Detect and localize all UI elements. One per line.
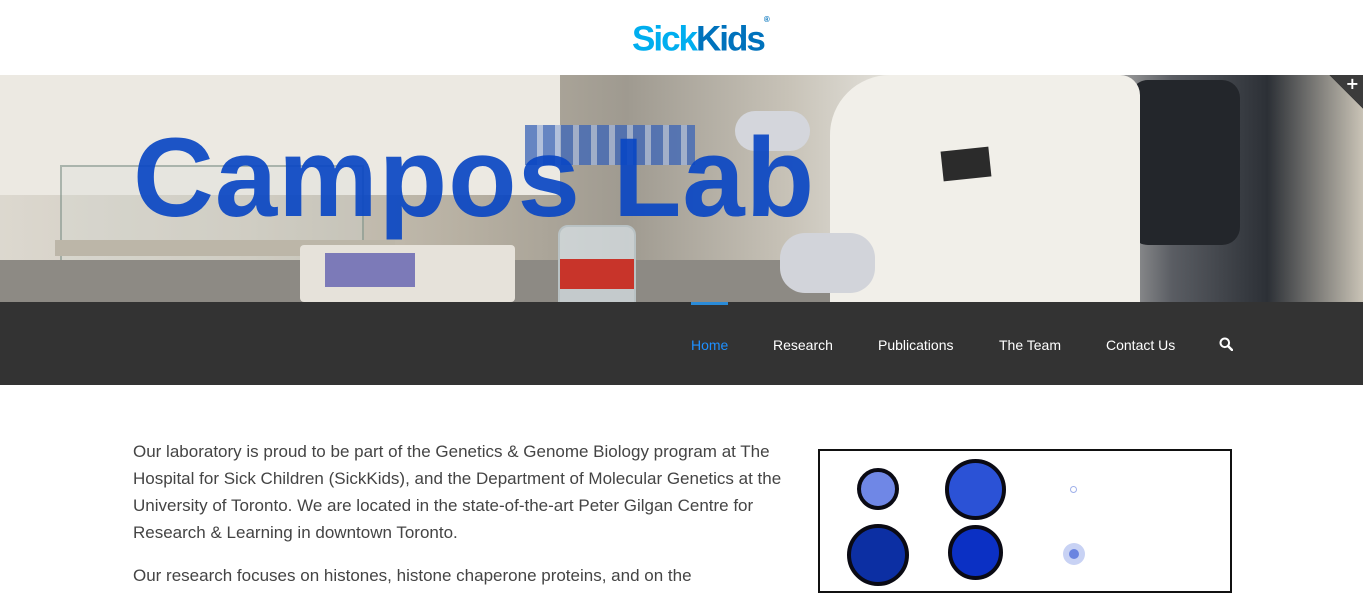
- figure-dot: [1070, 486, 1077, 493]
- nav-item-research[interactable]: Research: [773, 302, 833, 385]
- sliding-bar-toggle[interactable]: +: [1329, 74, 1363, 109]
- hero-photo-coat-patch: [940, 146, 992, 182]
- figure-dot: [945, 459, 1006, 520]
- research-paragraph: Our research focuses on histones, histon…: [133, 566, 692, 585]
- hero-photo-chair: [1130, 80, 1240, 245]
- logo-sick-text: Sick: [632, 19, 698, 59]
- search-icon[interactable]: [1219, 337, 1233, 351]
- dot-matrix-figure: [818, 449, 1232, 593]
- figure-dot: [1069, 549, 1079, 559]
- site-header: SickKids®: [0, 0, 1363, 75]
- figure-dot: [948, 525, 1003, 580]
- sickkids-logo[interactable]: SickKids®: [632, 14, 770, 62]
- hero-banner: Campos Lab: [0, 75, 1363, 302]
- nav-item-publications[interactable]: Publications: [878, 302, 954, 385]
- hero-photo-labcoat: [830, 75, 1140, 302]
- logo-registered-mark: ®: [763, 15, 770, 24]
- nav-item-contact-us[interactable]: Contact Us: [1106, 302, 1175, 385]
- figure-dot: [857, 468, 899, 510]
- main-navigation: Home Research Publications The Team Cont…: [0, 302, 1363, 385]
- intro-paragraph: Our laboratory is proud to be part of th…: [133, 442, 782, 542]
- figure-dot: [847, 524, 909, 586]
- hero-photo-bottle-label: [560, 259, 634, 289]
- hero-title: Campos Lab: [133, 115, 816, 240]
- logo-kids-text: Kids: [696, 19, 766, 59]
- hero-photo-screen: [325, 253, 415, 287]
- nav-item-home[interactable]: Home: [691, 302, 729, 385]
- nav-item-the-team[interactable]: The Team: [999, 302, 1061, 385]
- plus-icon: +: [1345, 74, 1359, 93]
